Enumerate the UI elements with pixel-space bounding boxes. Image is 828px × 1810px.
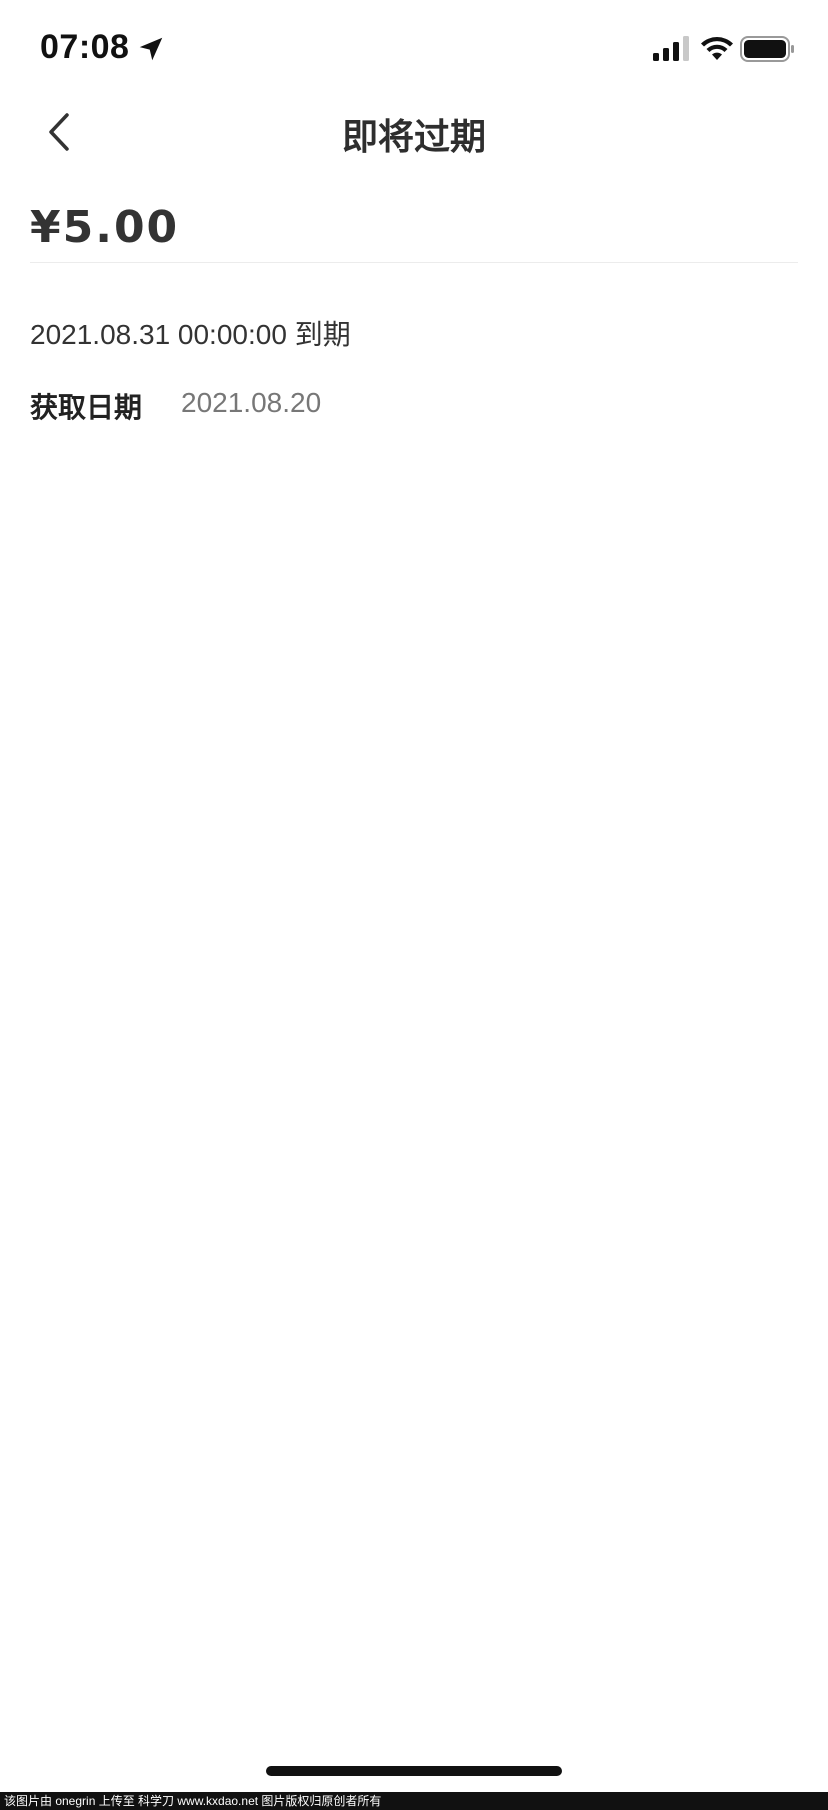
status-bar: 07:08 bbox=[0, 0, 828, 100]
expire-date: 2021.08.31 00:00:00 到期 bbox=[30, 319, 351, 350]
nav-bar: 即将过期 bbox=[0, 100, 828, 164]
watermark-footer: 该图片由 onegrin 上传至 科学刀 www.kxdao.net 图片版权归… bbox=[0, 1792, 828, 1810]
wifi-icon bbox=[701, 37, 733, 60]
divider bbox=[30, 262, 798, 263]
cellular-signal-icon bbox=[653, 36, 689, 61]
battery-icon bbox=[740, 36, 794, 62]
screen: 07:08 即将过期 ¥5.00 2021.08.31 00:00:00 到期 … bbox=[0, 0, 828, 1810]
location-arrow-icon bbox=[139, 37, 163, 61]
coupon-amount: ¥5.00 bbox=[30, 202, 180, 253]
page-title: 即将过期 bbox=[341, 116, 486, 157]
status-time: 07:08 bbox=[40, 28, 130, 66]
home-indicator[interactable] bbox=[266, 1766, 562, 1776]
obtain-date-value: 2021.08.20 bbox=[181, 387, 322, 418]
obtain-date-label: 获取日期 bbox=[30, 392, 143, 423]
